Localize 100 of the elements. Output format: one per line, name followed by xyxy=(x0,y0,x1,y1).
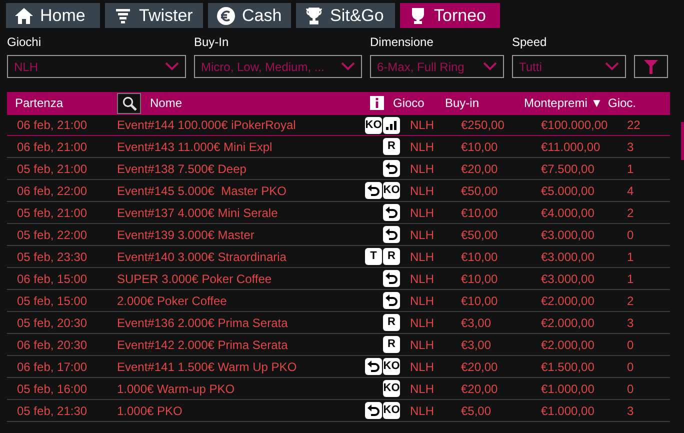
table-cell-text: Event#145 5.000€ Master PKO xyxy=(117,182,288,200)
table-cell-text: 06 feb, 21:00 xyxy=(16,117,88,134)
table-row[interactable]: 06 feb, 21:00 Event#143 11.000€ Mini Expl R NLH €10,00 €11.000,00 3 xyxy=(7,136,670,158)
info-icon xyxy=(370,96,384,110)
table-row[interactable]: 05 feb, 21:00 Event#137 4.000€ Mini Serale NLH €10,00 €4.000,00 2 xyxy=(7,202,670,224)
table-cell-text: €1.000,00 xyxy=(540,380,596,398)
chevron-down-icon xyxy=(605,62,619,71)
table-cell-text: €10,00 xyxy=(460,138,499,156)
table-row[interactable]: 05 feb, 23:30 Event#140 3.000€ Straordinaria T R NLH €10,00 €3.000,00 1 xyxy=(7,246,670,268)
table-cell-text: Event#138 7.500€ Deep xyxy=(117,160,248,178)
tag-badge: R xyxy=(383,314,400,331)
table-cell-text: €20,00 xyxy=(460,160,499,178)
table-cell-text: €2.000,00 xyxy=(540,292,596,310)
table-cell-text: €50,00 xyxy=(460,226,499,244)
table-cell-text: SUPER 3.000€ Poker Coffee xyxy=(117,270,273,288)
table-row[interactable]: 05 feb, 20:30 Event#136 2.000€ Prima Serata R NLH €3,00 €2.000,00 3 xyxy=(7,312,670,334)
table-cell-text: €10,00 xyxy=(460,248,499,266)
table-cell-text: 06 feb, 17:00 xyxy=(16,358,88,376)
table-cell-text: 2.000€ Poker Coffee xyxy=(117,292,228,310)
table-cell-text: €1.500,00 xyxy=(540,358,596,376)
table-cell-text: Event#137 4.000€ Mini Serale xyxy=(117,204,279,222)
table-cell-text: 06 feb, 20:30 xyxy=(16,336,88,354)
table-cell-text: 3 xyxy=(626,402,634,420)
table-cell-text: Event#142 2.000€ Prima Serata xyxy=(117,336,289,354)
table-row[interactable]: 05 feb, 15:00 2.000€ Poker Coffee NLH €10,00 €2.000,00 2 xyxy=(7,290,670,312)
table-cell-text: 06 feb, 21:00 xyxy=(16,138,88,156)
table-cell-text: €10,00 xyxy=(460,270,499,288)
tag-badge: R xyxy=(383,336,400,353)
table-cell-text: 06 feb, 15:00 xyxy=(16,270,88,288)
column-header[interactable]: Partenza xyxy=(7,94,117,112)
filter-button[interactable] xyxy=(634,55,668,78)
nav-tab[interactable]: Sit&Go xyxy=(296,3,395,28)
nav-tab[interactable]: Home xyxy=(6,3,100,28)
table-row[interactable]: 06 feb, 22:00 Event#145 5.000€ Master PKO KO NLH €50,00 €5.000,00 4 xyxy=(7,180,670,202)
table-cell-text: 05 feb, 21:00 xyxy=(16,160,88,178)
table-cell-text: €10,00 xyxy=(460,292,499,310)
table-cell-text: €20,00 xyxy=(460,380,499,398)
table-cell-text: Event#136 2.000€ Prima Serata xyxy=(117,314,289,332)
table-cell-text: NLH xyxy=(409,336,436,354)
table-row[interactable]: 06 feb, 21:00 Event#144 100.000€ iPokerRoyal KO NLH €250,00 €100.000,00 22 xyxy=(7,114,670,136)
table-cell-text: NLH xyxy=(409,248,436,266)
chevron-down-icon xyxy=(483,62,497,71)
table-cell-text: €5,00 xyxy=(460,402,492,420)
table-cell-text: 05 feb, 21:30 xyxy=(16,402,88,420)
table-cell-text: 4 xyxy=(626,182,634,200)
chevron-down-icon xyxy=(165,62,179,71)
table-row[interactable]: 05 feb, 21:00 Event#138 7.500€ Deep NLH €20,00 €7.500,00 1 xyxy=(7,158,670,180)
table-cell-text: 1.000€ Warm-up PKO xyxy=(117,380,236,398)
nav-tab[interactable]: Cash xyxy=(208,3,291,28)
table-cell-text: 0 xyxy=(626,336,634,354)
table-cell-text: €50,00 xyxy=(460,182,499,200)
filter-icon xyxy=(644,60,658,74)
table-cell-text: 1 xyxy=(626,160,634,178)
table-cell-text: €3.000,00 xyxy=(540,248,596,266)
table-cell-text: 2 xyxy=(626,204,634,222)
table-cell-text: 1.000€ PKO xyxy=(117,402,184,420)
table-cell-text: 1 xyxy=(626,248,634,266)
table-cell-text: 05 feb, 15:00 xyxy=(16,292,88,310)
table-cell-text: 05 feb, 21:00 xyxy=(16,204,88,222)
trophy-icon xyxy=(304,6,324,26)
bars-icon xyxy=(383,116,400,134)
table-cell-text: 0 xyxy=(626,380,634,398)
table-cell-text: NLH xyxy=(409,380,436,398)
table-cell-text: NLH xyxy=(409,117,436,134)
scrollbar-thumb[interactable] xyxy=(681,122,684,160)
nav-tab[interactable]: Torneo xyxy=(400,3,500,28)
table-cell-text: 06 feb, 22:00 xyxy=(16,182,88,200)
table-cell-text: NLH xyxy=(409,160,436,178)
table-cell-text: 1 xyxy=(626,270,634,288)
column-header[interactable]: Nome xyxy=(141,94,370,112)
column-header[interactable]: Buy-in xyxy=(439,94,518,112)
table-cell-text: 22 xyxy=(626,117,640,134)
table-cell-text: NLH xyxy=(409,226,436,244)
table-cell-text: NLH xyxy=(409,270,436,288)
table-cell-text: 2 xyxy=(626,292,634,310)
table-row[interactable]: 06 feb, 15:00 SUPER 3.000€ Poker Coffee NLH €10,00 €3.000,00 1 xyxy=(7,268,670,290)
tag-badge: R xyxy=(383,248,400,265)
table-cell-text: 3 xyxy=(626,138,634,156)
tag-badge: KO xyxy=(383,182,400,199)
table-cell-text: €3.000,00 xyxy=(540,226,596,244)
table-cell-text: NLH xyxy=(409,358,436,376)
table-row[interactable]: 05 feb, 16:00 1.000€ Warm-up PKO KO NLH €20,00 €1.000,00 0 xyxy=(7,378,670,400)
column-header[interactable]: Montepremi ▼ xyxy=(518,94,608,112)
table-row[interactable]: 05 feb, 21:30 1.000€ PKO KO NLH €5,00 €1.000,00 3 xyxy=(7,400,670,422)
table-row[interactable]: 06 feb, 17:00 Event#141 1.500€ Warm Up PKO KO NLH €20,00 €1.500,00 0 xyxy=(7,356,670,378)
table-cell-text: NLH xyxy=(409,138,436,156)
table-cell-text: Event#143 11.000€ Mini Expl xyxy=(117,138,274,156)
table-cell-text: €250,00 xyxy=(460,117,506,134)
search-button[interactable] xyxy=(117,92,141,114)
column-header[interactable]: Gioco xyxy=(384,94,439,112)
table-cell-text: Event#139 3.000€ Master xyxy=(117,226,256,244)
table-row[interactable]: 06 feb, 20:30 Event#142 2.000€ Prima Serata R NLH €3,00 €2.000,00 0 xyxy=(7,334,670,356)
table-row[interactable]: 05 feb, 22:00 Event#139 3.000€ Master NLH €50,00 €3.000,00 0 xyxy=(7,224,670,246)
table-cell-text: €3.000,00 xyxy=(540,270,596,288)
chevron-down-icon xyxy=(341,62,355,71)
table-cell-text: 0 xyxy=(626,226,634,244)
nav-tab[interactable]: Twister xyxy=(105,3,203,28)
euro-coin-icon xyxy=(216,6,236,26)
table-cell-text: 3 xyxy=(626,314,634,332)
column-header[interactable]: Gioc. xyxy=(608,94,636,112)
